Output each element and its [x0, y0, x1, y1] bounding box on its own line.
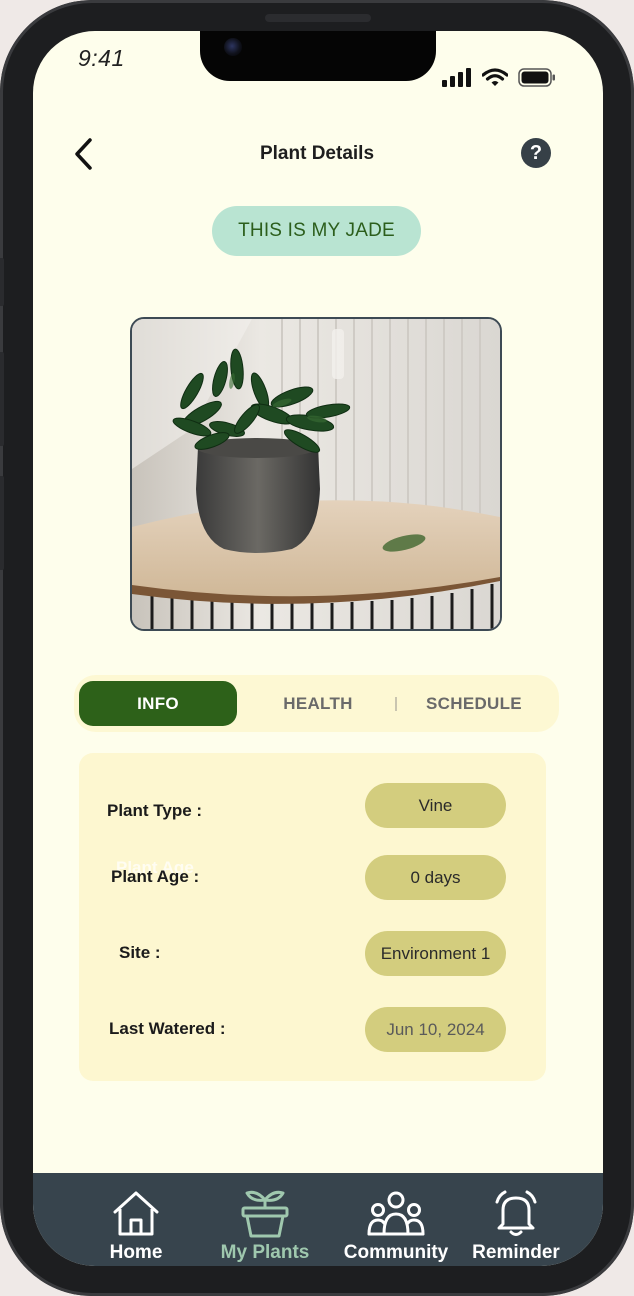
plant-age-value: 0 days	[365, 855, 506, 900]
tab-info[interactable]: INFO	[79, 681, 237, 726]
plant-photo	[130, 317, 502, 631]
nav-reminder[interactable]: Reminder	[446, 1188, 586, 1264]
site-label: Site :	[119, 943, 161, 962]
mute-switch	[0, 258, 4, 306]
wifi-icon	[482, 68, 508, 86]
nav-my-plants-label: My Plants	[220, 1242, 310, 1263]
last-watered-value: Jun 10, 2024	[365, 1007, 506, 1052]
volume-down-button	[0, 476, 4, 570]
status-icons	[442, 68, 556, 87]
question-mark-icon: ?	[529, 142, 543, 164]
nav-community[interactable]: Community	[326, 1188, 466, 1264]
tab-bar: INFO HEALTH SCHEDULE	[74, 675, 559, 732]
plant-pot-icon	[241, 1190, 289, 1238]
nav-my-plants[interactable]: My Plants	[195, 1188, 335, 1264]
volume-up-button	[0, 352, 4, 446]
plant-type-label: Plant Type :	[107, 801, 203, 820]
front-camera	[224, 38, 242, 56]
alarm-bell-icon	[495, 1190, 537, 1236]
nav-reminder-label: Reminder	[472, 1242, 560, 1263]
home-icon	[113, 1191, 159, 1236]
site-value: Environment 1	[365, 931, 506, 976]
speaker	[265, 14, 371, 22]
status-time: 9:41	[78, 45, 125, 71]
tab-schedule[interactable]: SCHEDULE	[404, 681, 544, 726]
last-watered-label: Last Watered :	[109, 1019, 226, 1038]
nav-home[interactable]: Home	[66, 1188, 206, 1264]
nav-home-label: Home	[109, 1242, 163, 1263]
nav-community-label: Community	[343, 1242, 449, 1263]
battery-icon	[518, 68, 555, 87]
plant-age-label: Plant Age :	[111, 867, 200, 886]
tab-divider	[395, 697, 397, 711]
tab-health[interactable]: HEALTH	[249, 681, 387, 726]
help-button[interactable]: ?	[521, 138, 551, 168]
jade-plant-illustration	[132, 319, 500, 629]
cellular-signal-icon	[442, 68, 471, 87]
plant-nickname-badge: THIS IS MY JADE	[212, 206, 421, 256]
plant-type-value: Vine	[365, 783, 506, 828]
community-icon	[367, 1191, 425, 1236]
